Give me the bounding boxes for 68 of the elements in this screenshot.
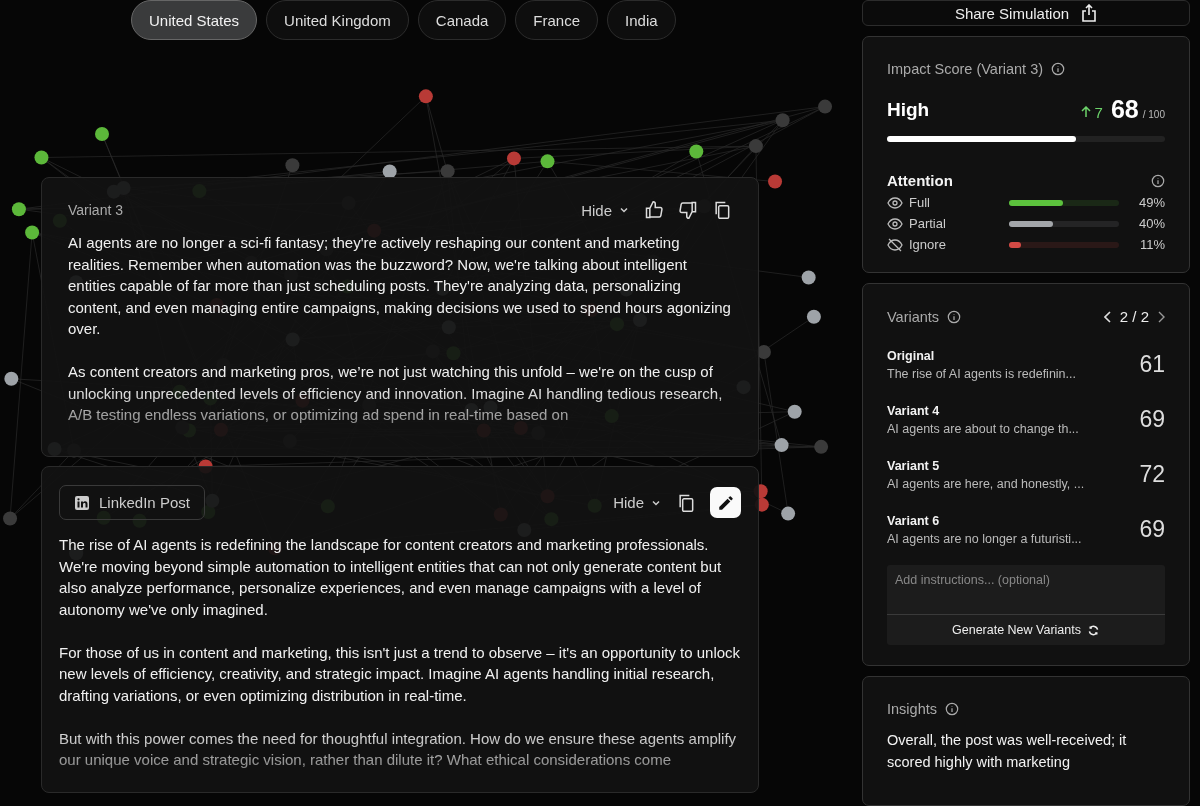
copy-icon[interactable] (712, 200, 732, 220)
eye-off-icon (887, 237, 903, 252)
variant-score: 72 (1139, 461, 1165, 488)
variant-preview: AI agents are here, and honestly, ... (887, 476, 1085, 491)
previous-icon[interactable] (1103, 310, 1112, 323)
attention-percent: 11% (1139, 237, 1165, 252)
generate-button[interactable]: Generate New Variants (887, 615, 1165, 645)
info-icon[interactable] (1051, 62, 1066, 76)
variant-score: 69 (1139, 516, 1165, 543)
page-indicator: 2 / 2 (1119, 308, 1149, 325)
thumbs-up-icon[interactable] (644, 200, 664, 220)
insights-title: Insights (887, 701, 937, 717)
impact-rating: High (887, 98, 930, 121)
share-button[interactable]: Share Simulation (862, 0, 1190, 26)
variant-score: 61 (1139, 351, 1165, 378)
variants-title: Variants (887, 308, 940, 325)
country-tab[interactable]: United States (131, 0, 258, 40)
attention-label: Partial (909, 216, 947, 231)
variant-item[interactable]: Variant 4 AI agents are about to change th... 69 (887, 392, 1165, 447)
post-paragraph: The rise of AI agents is redefining the landscape for content creators and marketing professionals. We're moving beyond simple automation to intelligent entities that can not only generate content but also analyze performance, personalize experiences, and even manage campaigns with a level of autonomy we've only imagined. (59, 535, 723, 620)
eye-icon (887, 196, 903, 209)
refresh-icon (1087, 623, 1100, 637)
info-icon[interactable] (947, 309, 962, 324)
variant-preview: The rise of AI agents is redefinin... (887, 366, 1076, 381)
country-tab[interactable]: Canada (417, 0, 507, 40)
share-icon (1081, 4, 1098, 22)
hide-dropdown[interactable]: Hide (613, 494, 662, 511)
impact-score: 68 (1110, 95, 1139, 124)
copy-icon[interactable] (676, 492, 696, 513)
score-change: 7 (1094, 104, 1103, 121)
variant-item[interactable]: Variant 6 AI agents are no longer a futuristi... 69 (887, 502, 1165, 557)
info-icon[interactable] (945, 702, 959, 716)
arrow-up-icon (1080, 106, 1091, 118)
linkedin-icon (74, 494, 90, 511)
thumbs-down-icon[interactable] (678, 200, 698, 220)
score-max: / 100 (1142, 109, 1165, 120)
impact-title: Impact Score (Variant 3) (887, 61, 1044, 77)
variant-preview: AI agents are about to change th... (887, 421, 1079, 436)
country-tab[interactable]: France (515, 0, 599, 40)
variant-item[interactable]: Original The rise of AI agents is redefinin... 61 (887, 337, 1165, 392)
platform-label: LinkedIn Post (99, 494, 190, 511)
variant-preview: AI agents are no longer a futuristi... (887, 531, 1082, 546)
variant-name: Variant 5 (887, 458, 941, 473)
variant-name: Original (887, 348, 936, 363)
variant-name: Variant 6 (887, 513, 941, 528)
attention-label: Ignore (909, 237, 947, 252)
attention-title: Attention (887, 172, 953, 189)
country-tab[interactable]: India (607, 0, 676, 40)
instructions-field[interactable]: Add instructions... (optional) (887, 565, 1165, 615)
variant-score: 69 (1139, 406, 1165, 433)
edit-button[interactable] (710, 487, 741, 518)
attention-percent: 49% (1138, 195, 1165, 210)
variant-paragraph: AI agents are no longer a sci-fi fantasy; they're actively reshaping our content and marketing realities. Remember when automation was the buzzword? Now, we're talking about intelligent entities capable of far more than just scheduling posts. They're analyzing data, personalizing content, and even managing entire campaigns, making decisions we used to spend hours agonizing over. (68, 233, 732, 339)
next-icon[interactable] (1157, 310, 1165, 323)
variant-name: Variant 4 (887, 403, 941, 418)
variant-item[interactable]: Variant 5 AI agents are here, and honestly, ... 72 (887, 447, 1165, 502)
pencil-icon (716, 493, 735, 512)
attention-label: Full (909, 195, 931, 210)
hide-dropdown[interactable]: Hide (581, 201, 630, 219)
post-paragraph: But with this power comes the need for thoughtful integration. How do we ensure these agents amplify our unique voice and strategic vision, rather than dilute it? What ethical considerations come (59, 728, 738, 770)
variant-title: Variant 3 (68, 202, 123, 218)
country-tab[interactable]: United Kingdom (266, 0, 409, 40)
post-paragraph: For those of us in content and marketing, this isn't just a trend to observe – it's an opportunity to unlock new levels of efficiency, creativity, and strategic impact. Imagine AI agents handling initial research, drafting variations, or even optimizing distribution in real-time. (59, 642, 741, 706)
attention-percent: 40% (1138, 216, 1165, 231)
eye-icon (887, 217, 903, 230)
info-icon[interactable] (1151, 173, 1165, 188)
variant-paragraph: As content creators and marketing pros, we’re not just watching this unfold – we're on the cusp of unlocking unprecedented levels of efficiency and innovation. Imagine AI handling tedious research, A/B testing endless variations, or optimizing ad spend in real-time based on (68, 362, 724, 425)
insights-text: Overall, the post was well-received; it scored highly with marketing (887, 731, 1128, 772)
